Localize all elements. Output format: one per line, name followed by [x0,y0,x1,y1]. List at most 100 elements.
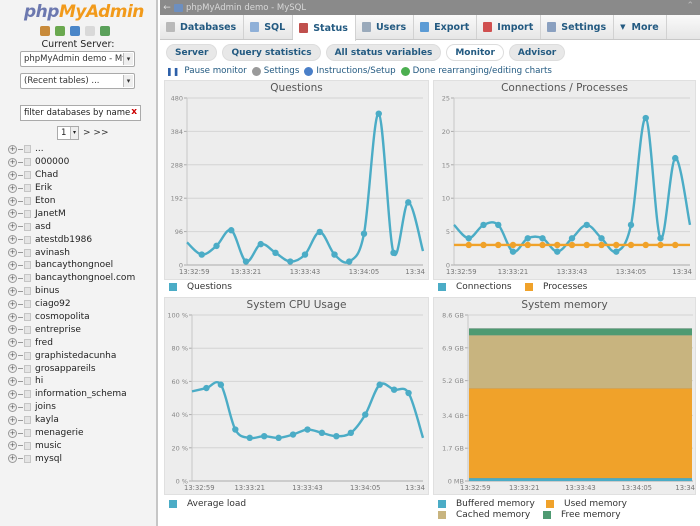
database-name[interactable]: avinash [35,248,70,258]
database-item[interactable]: + bancaythongnoel.com [8,272,135,285]
tab-sql[interactable]: SQL [244,15,294,39]
expand-plus-icon[interactable]: + [8,364,17,374]
tab-status[interactable]: Status [293,15,356,41]
database-name[interactable]: music [35,441,62,451]
database-item[interactable]: + JanetM [8,207,135,220]
database-name[interactable]: Eton [35,196,55,206]
database-name[interactable]: kayla [35,415,59,425]
database-item[interactable]: + ciago92 [8,298,135,311]
database-item[interactable]: + menagerie [8,427,135,440]
help-icon[interactable] [70,26,80,36]
expand-plus-icon[interactable]: + [8,222,17,232]
expand-plus-icon[interactable]: + [8,157,17,167]
tab-settings[interactable]: Settings [541,15,615,39]
expand-plus-icon[interactable]: + [8,376,17,386]
database-item[interactable]: + entreprise [8,323,135,336]
subtab-advisor[interactable]: Advisor [508,44,566,61]
database-item[interactable]: + information_schema [8,388,135,401]
database-name[interactable]: ciago92 [35,299,71,309]
expand-plus-icon[interactable]: + [8,454,17,464]
database-name[interactable]: Erik [35,183,52,193]
subtab-server[interactable]: Server [166,44,218,61]
tab-databases[interactable]: Databases [160,15,245,39]
action-instructions-setup[interactable]: Instructions/Setup [304,66,396,76]
database-item[interactable]: + music [8,439,135,452]
clear-filter-icon[interactable]: x [131,107,137,117]
expand-plus-icon[interactable]: + [8,351,17,361]
expand-plus-icon[interactable]: + [8,183,17,193]
database-item[interactable]: +... [8,143,135,156]
database-name[interactable]: mysql [35,454,62,464]
expand-plus-icon[interactable]: + [8,209,17,219]
database-name[interactable]: fred [35,338,53,348]
tab-more[interactable]: ▼ More [614,15,667,39]
legend-item-free[interactable]: Free memory [543,510,621,520]
database-item[interactable]: + Erik [8,182,135,195]
expand-plus-icon[interactable]: + [8,273,17,283]
logout-icon[interactable] [55,26,65,36]
expand-plus-icon[interactable]: + [8,144,17,154]
home-icon[interactable] [40,26,50,36]
expand-plus-icon[interactable]: + [8,428,17,438]
database-item[interactable]: + Chad [8,169,135,182]
filter-databases-input[interactable]: filter databases by name x [20,105,141,121]
database-item[interactable]: + fred [8,336,135,349]
database-item[interactable]: + mysql [8,452,135,465]
database-item[interactable]: + joins [8,401,135,414]
action-pause-monitor[interactable]: ❚❚ Pause monitor [166,66,247,76]
expand-plus-icon[interactable]: + [8,260,17,270]
next-page-link[interactable]: > >> [83,128,108,138]
legend-item-cached[interactable]: Cached memory [438,510,530,520]
docs-icon[interactable] [85,26,95,36]
subtab-query-statistics[interactable]: Query statistics [222,44,321,61]
database-item[interactable]: + asd [8,220,135,233]
expand-plus-icon[interactable]: + [8,299,17,309]
expand-plus-icon[interactable]: + [8,338,17,348]
database-name[interactable]: Chad [35,170,58,180]
expand-plus-icon[interactable]: + [8,312,17,322]
database-item[interactable]: + graphistedacunha [8,349,135,362]
database-item[interactable]: + bancaythongnoel [8,259,135,272]
expand-plus-icon[interactable]: + [8,235,17,245]
action-done-rearranging-editing-charts[interactable]: Done rearranging/editing charts [400,66,552,76]
database-name[interactable]: joins [35,402,56,412]
database-name[interactable]: asd [35,222,51,232]
expand-plus-icon[interactable]: + [8,196,17,206]
tab-export[interactable]: Export [414,15,478,39]
expand-plus-icon[interactable]: + [8,325,17,335]
collapse-icon[interactable]: ⌃ [686,1,694,11]
expand-plus-icon[interactable]: + [8,415,17,425]
database-name[interactable]: binus [35,286,59,296]
database-name[interactable]: 000000 [35,157,69,167]
legend-item-used[interactable]: Used memory [546,499,627,509]
server-select[interactable]: phpMyAdmin demo - My ▾ [20,51,135,67]
database-item[interactable]: + binus [8,285,135,298]
legend-item-connections[interactable]: Connections [438,282,512,292]
database-name[interactable]: bancaythongnoel [35,260,113,270]
subtab-monitor[interactable]: Monitor [446,44,504,61]
subtab-all-status-variables[interactable]: All status variables [325,44,442,61]
expand-plus-icon[interactable]: + [8,402,17,412]
database-name[interactable]: information_schema [35,389,127,399]
database-item[interactable]: + avinash [8,246,135,259]
reload-icon[interactable] [100,26,110,36]
phpmyadmin-logo[interactable]: phpMyAdmin [24,2,144,22]
tab-import[interactable]: Import [477,15,542,39]
tab-users[interactable]: Users [356,15,415,39]
database-name[interactable]: atestdb1986 [35,235,92,245]
legend-item-buffered[interactable]: Buffered memory [438,499,535,509]
database-name[interactable]: bancaythongnoel.com [35,273,135,283]
action-settings[interactable]: Settings [251,66,299,76]
expand-plus-icon[interactable]: + [8,248,17,258]
database-item[interactable]: +000000 [8,156,135,169]
recent-tables-select[interactable]: (Recent tables) ... ▾ [20,73,135,89]
legend-item-processes[interactable]: Processes [525,282,587,292]
database-name[interactable]: JanetM [35,209,66,219]
database-item[interactable]: + kayla [8,414,135,427]
database-item[interactable]: + atestdb1986 [8,233,135,246]
expand-plus-icon[interactable]: + [8,170,17,180]
database-item[interactable]: + Eton [8,195,135,208]
database-item[interactable]: + hi [8,375,135,388]
legend-item-questions[interactable]: Questions [169,282,232,292]
database-name[interactable]: grosappareils [35,364,96,374]
